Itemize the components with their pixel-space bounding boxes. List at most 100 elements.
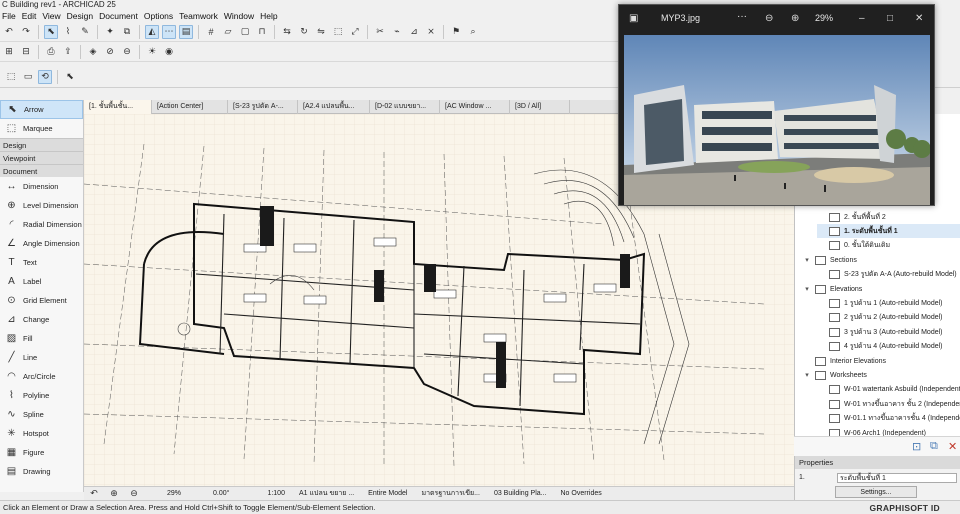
navigator-item[interactable]: Interior Elevations: [803, 354, 960, 368]
tool-arc-circle[interactable]: ◠ Arc/Circle: [0, 367, 83, 386]
toolbox-group-viewpoint[interactable]: Viewpoint: [0, 151, 83, 164]
tool-hotspot[interactable]: ✳ Hotspot: [0, 424, 83, 443]
navigator-item[interactable]: 2. ชั้นที่พื้นที่ 2: [817, 210, 960, 224]
menu-edit[interactable]: Edit: [22, 10, 37, 22]
navigator-item[interactable]: 3 รูปด้าน 3 (Auto-rebuild Model): [817, 325, 960, 339]
move-icon[interactable]: ⇆: [280, 25, 294, 39]
menu-options[interactable]: Options: [144, 10, 173, 22]
tool-fill[interactable]: ▨ Fill: [0, 329, 83, 348]
model-view-select[interactable]: Entire Model: [364, 490, 411, 497]
toolbox-group-design[interactable]: Design: [0, 138, 83, 151]
renovation-filter-select[interactable]: 03 Building Pla...: [490, 490, 551, 497]
scale-field[interactable]: 1:100: [263, 490, 289, 497]
expander-icon[interactable]: ▾: [803, 285, 811, 293]
navigator-item[interactable]: ▾ Sections: [803, 253, 960, 267]
pointer-icon[interactable]: ⬉: [44, 24, 58, 39]
undo-icon[interactable]: ↶: [2, 25, 16, 39]
clone-view-icon[interactable]: ⧉: [930, 440, 938, 453]
zoom-out-icon[interactable]: ⊖: [127, 487, 141, 501]
print-icon[interactable]: ⎙: [44, 45, 58, 59]
adjust-icon[interactable]: ⊿: [407, 25, 421, 39]
publish-icon[interactable]: ⇪: [61, 45, 75, 59]
more-options-button[interactable]: ···: [737, 11, 747, 22]
layout-icon[interactable]: ⊟: [19, 45, 33, 59]
undo-view-icon[interactable]: ↶: [87, 487, 101, 501]
navigator-item[interactable]: 4 รูปด้าน 4 (Auto-rebuild Model): [817, 340, 960, 354]
expander-icon[interactable]: ▾: [803, 256, 811, 264]
orientation-angle[interactable]: 0.00°: [209, 490, 233, 497]
tool-level-dimension[interactable]: ⊕ Level Dimension: [0, 196, 83, 215]
navigator-item[interactable]: W-01 ทางขึ้นอาคาร ชั้น 2 (Independent): [817, 397, 960, 411]
tool-grid-element[interactable]: ⊙ Grid Element: [0, 291, 83, 310]
tool-radial-dimension[interactable]: ◜ Radial Dimension: [0, 215, 83, 234]
redo-icon[interactable]: ↷: [19, 25, 33, 39]
gravity-icon[interactable]: ▤: [179, 24, 193, 39]
menu-document[interactable]: Document: [99, 10, 138, 22]
eraser-icon[interactable]: ▱: [221, 25, 235, 39]
navigator-item[interactable]: S-23 รูปตัด A-A (Auto-rebuild Model): [817, 268, 960, 282]
view-tab[interactable]: [1. ชั้นพื้นชั้น...: [84, 100, 152, 114]
selection-area-icon[interactable]: ▭: [21, 70, 35, 84]
zoom-in-icon[interactable]: ⊕: [107, 487, 121, 501]
view-tab[interactable]: [AC Window ...: [440, 100, 510, 114]
rotate-icon[interactable]: ↻: [297, 25, 311, 39]
minimize-icon[interactable]: –: [859, 13, 865, 24]
navigator-item[interactable]: 2 รูปด้าน 2 (Auto-rebuild Model): [817, 311, 960, 325]
magic-wand-icon[interactable]: ✦: [103, 25, 117, 39]
3d-view-icon[interactable]: ◈: [86, 45, 100, 59]
eyedropper-icon[interactable]: ⌇: [61, 25, 75, 39]
find-icon[interactable]: ⌕: [466, 25, 480, 39]
zoom-level[interactable]: 29%: [163, 490, 185, 497]
new-view-icon[interactable]: ⊡: [912, 440, 921, 453]
grid-icon[interactable]: #: [204, 25, 218, 39]
snap-icon[interactable]: ◭: [145, 24, 159, 39]
tool-angle-dimension[interactable]: ∠ Angle Dimension: [0, 234, 83, 253]
view-tab[interactable]: [3D / All]: [510, 100, 570, 114]
navigator-item[interactable]: 0. ชั้นใต้ดินเดิม: [817, 239, 960, 253]
navigator-item[interactable]: ▾ Elevations: [803, 282, 960, 296]
settings-button[interactable]: Settings...: [835, 486, 917, 498]
elevate-icon[interactable]: ⬚: [331, 25, 345, 39]
render-icon[interactable]: ☀: [145, 45, 159, 59]
tool-text[interactable]: T Text: [0, 253, 83, 272]
view-tab[interactable]: [A2.4 แปลนพื้น...: [298, 100, 370, 114]
zoom-in-icon[interactable]: ⊕: [791, 13, 799, 24]
tool-arrow[interactable]: ⬉ Arrow: [0, 100, 83, 119]
menu-view[interactable]: View: [42, 10, 60, 22]
tool-label[interactable]: A Label: [0, 272, 83, 291]
layer-icon[interactable]: ⧉: [120, 25, 134, 39]
lock-icon[interactable]: ⊓: [255, 25, 269, 39]
menu-teamwork[interactable]: Teamwork: [179, 10, 218, 22]
view-map-icon[interactable]: ⊞: [2, 45, 16, 59]
story-name-field[interactable]: ระดับพื้นชั้นที่ 1: [837, 472, 957, 483]
tool-spline[interactable]: ∿ Spline: [0, 405, 83, 424]
maximize-icon[interactable]: □: [887, 13, 893, 24]
navigator-item[interactable]: W-01 watertank Asbuild (Independent): [817, 383, 960, 397]
view-tab[interactable]: [Action Center]: [152, 100, 228, 114]
navigator-item[interactable]: W-06 Arch1 (Independent): [817, 426, 960, 436]
menu-file[interactable]: File: [2, 10, 16, 22]
menu-help[interactable]: Help: [260, 10, 277, 22]
close-icon[interactable]: ✕: [915, 13, 923, 24]
tool-marquee[interactable]: ⬚ Marquee: [0, 119, 83, 138]
selection-method-icon[interactable]: ⬚: [4, 70, 18, 84]
delete-icon[interactable]: ✕: [948, 440, 957, 453]
syringe-icon[interactable]: ✎: [78, 25, 92, 39]
pointer-rotate-icon[interactable]: ⟲: [38, 69, 52, 84]
toolbox-group-document[interactable]: Document: [0, 164, 83, 177]
pen-set-select[interactable]: มาตรฐานการเขีย...: [417, 488, 483, 499]
navigator-item[interactable]: W-01.1 ทางขึ้นอาคารชั้น 4 (Independent): [817, 412, 960, 426]
camera-icon[interactable]: ◉: [162, 45, 176, 59]
navigator-item[interactable]: 1 รูปด้าน 1 (Auto-rebuild Model): [817, 296, 960, 310]
zoom-out-icon[interactable]: ⊖: [765, 13, 773, 24]
tool-figure[interactable]: ▦ Figure: [0, 443, 83, 462]
guide-icon[interactable]: ⋯: [162, 24, 176, 39]
expander-icon[interactable]: ▾: [803, 371, 811, 379]
tool-dimension[interactable]: ↔ Dimension: [0, 177, 83, 196]
tool-change[interactable]: ⊿ Change: [0, 310, 83, 329]
graphisoft-id-link[interactable]: GRAPHISOFT ID: [870, 501, 941, 514]
box-icon[interactable]: ▢: [238, 25, 252, 39]
navigator-item[interactable]: 1. ระดับพื้นชั้นที่ 1: [817, 224, 960, 239]
split-icon[interactable]: ✂: [373, 25, 387, 39]
resize-icon[interactable]: ⤢: [348, 25, 362, 39]
